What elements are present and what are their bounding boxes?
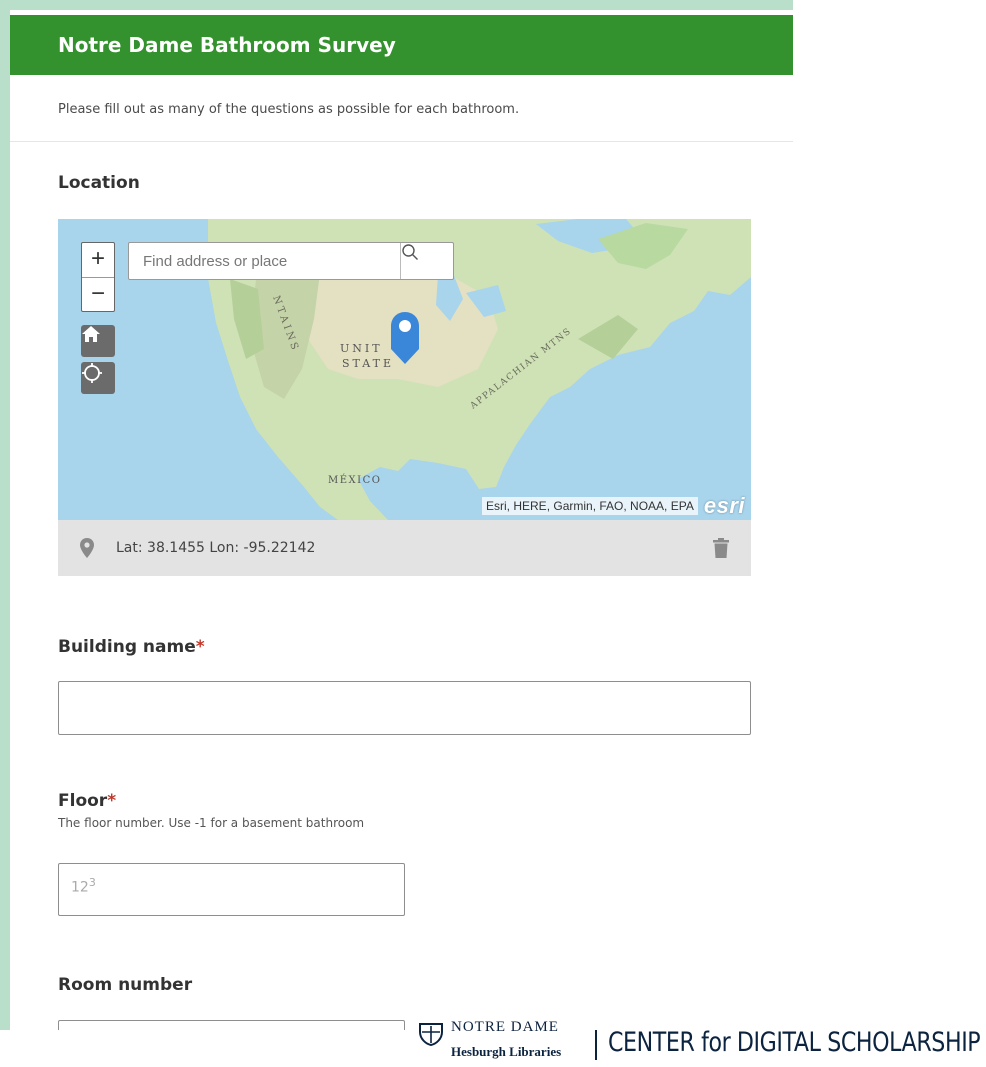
room-number-field[interactable]: [58, 1020, 405, 1030]
map-label-states: STATE: [342, 357, 394, 370]
locate-button[interactable]: [81, 362, 115, 394]
number-placeholder-base: 12: [71, 879, 89, 896]
trash-icon[interactable]: [713, 538, 729, 558]
location-map[interactable]: NTAINS UNIT STATE MÉXICO APPALACHIAN MTN…: [58, 219, 751, 520]
building-name-label-text: Building name: [58, 637, 196, 657]
number-placeholder-icon: 123: [71, 876, 96, 896]
footer-branding: NOTRE DAME Hesburgh Libraries CENTER for…: [412, 1019, 986, 1067]
map-search-input[interactable]: [129, 243, 401, 279]
floor-field[interactable]: 123: [58, 863, 405, 916]
home-icon: [82, 326, 100, 342]
search-icon: [402, 244, 418, 260]
notre-dame-wordmark: NOTRE DAME: [451, 1019, 559, 1035]
floor-label: Floor*: [58, 791, 116, 811]
floor-label-text: Floor: [58, 791, 108, 811]
building-name-input[interactable]: [59, 682, 750, 734]
required-marker: *: [195, 637, 205, 657]
coordinates-text: Lat: 38.1455 Lon: -95.22142: [116, 540, 316, 556]
survey-description: Please fill out as many of the questions…: [58, 102, 520, 117]
floor-hint: The floor number. Use -1 for a basement …: [58, 816, 365, 830]
center-digital-scholarship-text: CENTER for DIGITAL SCHOLARSHIP: [608, 1027, 981, 1058]
zoom-control: + −: [81, 242, 115, 312]
attribution-text: Esri, HERE, Garmin, FAO, NOAA, EPA: [482, 497, 698, 515]
frame-top-border: [0, 0, 793, 10]
footer-divider: [595, 1030, 597, 1060]
header-divider: [10, 141, 793, 142]
map-search-button[interactable]: [400, 243, 453, 279]
building-name-label: Building name*: [58, 637, 205, 657]
esri-logo: esri: [703, 493, 745, 518]
room-number-label: Room number: [58, 975, 193, 995]
notre-dame-crest-icon: [419, 1023, 443, 1046]
number-placeholder-sup: 3: [88, 876, 96, 889]
building-name-field: [58, 681, 751, 735]
survey-title: Notre Dame Bathroom Survey: [58, 33, 396, 57]
map-pin-icon: [391, 312, 419, 364]
map-search-box: [128, 242, 454, 280]
survey-form: Notre Dame Bathroom Survey Please fill o…: [10, 10, 793, 1030]
map-label-united: UNIT: [340, 342, 383, 355]
zoom-in-icon[interactable]: +: [82, 243, 114, 278]
coordinates-bar: Lat: 38.1455 Lon: -95.22142: [58, 520, 751, 576]
home-button[interactable]: [81, 325, 115, 357]
location-label: Location: [58, 173, 140, 193]
map-attribution: Esri, HERE, Garmin, FAO, NOAA, EPA esri: [482, 493, 745, 518]
zoom-out-icon[interactable]: −: [82, 278, 114, 312]
map-label-mexico: MÉXICO: [328, 474, 381, 486]
location-marker-icon: [80, 538, 94, 558]
survey-header: Notre Dame Bathroom Survey: [10, 15, 793, 75]
locate-icon: [82, 363, 102, 383]
frame-left-border: [0, 0, 10, 1030]
hesburgh-libraries-text: Hesburgh Libraries: [451, 1044, 562, 1059]
required-marker: *: [107, 791, 117, 811]
